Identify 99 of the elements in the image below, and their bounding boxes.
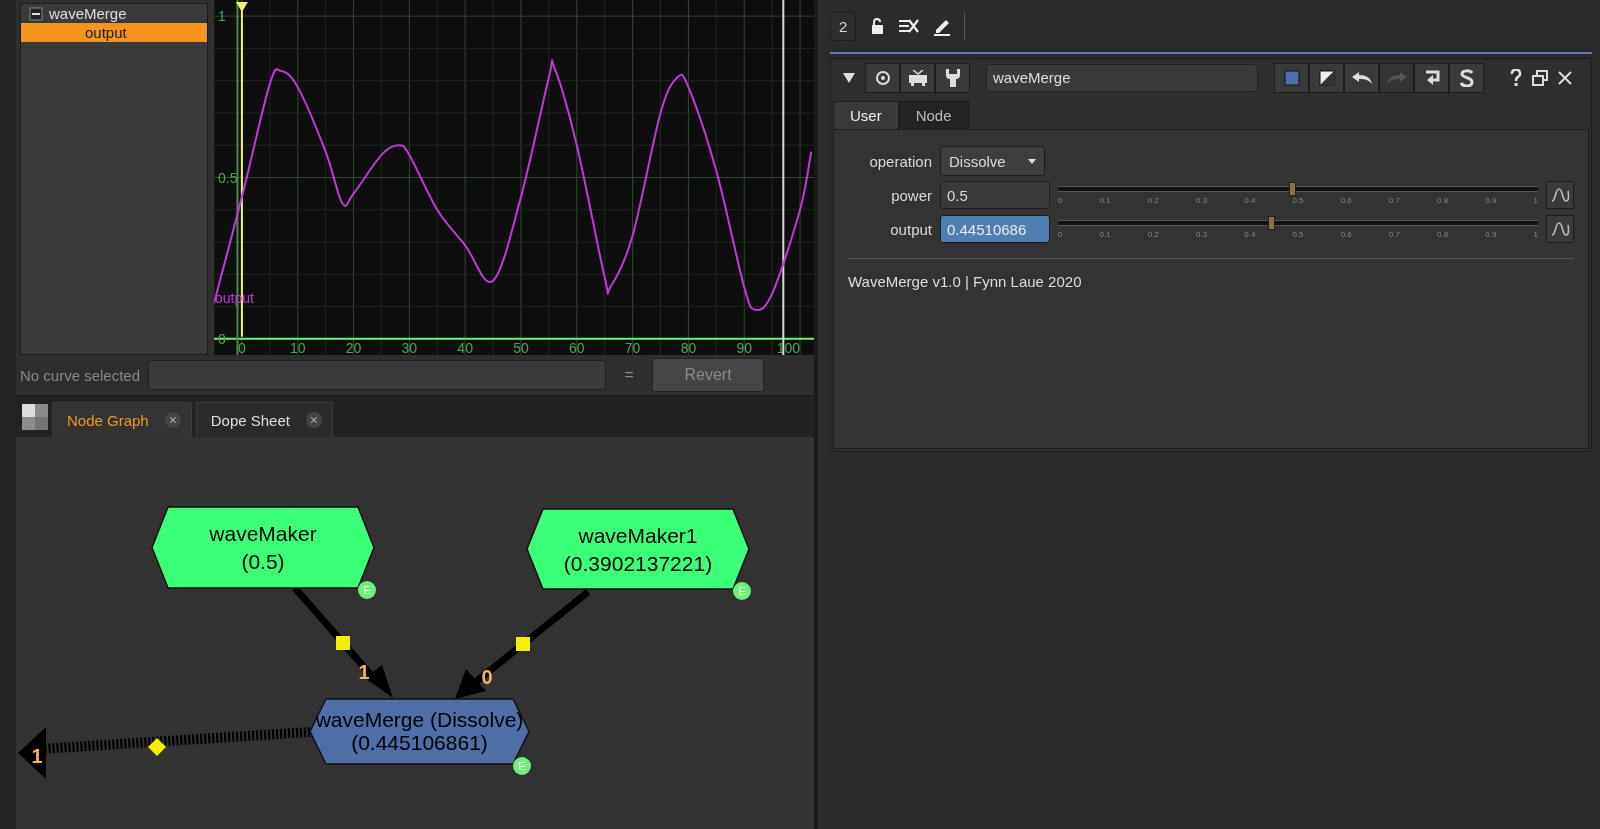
tick-label: 0.4 bbox=[1244, 230, 1256, 239]
panel-count-field[interactable]: 2 bbox=[830, 11, 857, 41]
node-label: waveMaker bbox=[209, 521, 317, 545]
undo-button[interactable] bbox=[1344, 63, 1379, 93]
input-number: 1 bbox=[31, 745, 43, 767]
tick-label: 0.3 bbox=[1196, 196, 1208, 205]
center-node-button[interactable] bbox=[865, 63, 900, 93]
y-tick-label: 1 bbox=[218, 8, 226, 25]
x-tick-label: 0 bbox=[238, 339, 246, 355]
tick-label: 0.6 bbox=[1340, 230, 1352, 239]
tick-label: 0.1 bbox=[1099, 196, 1111, 205]
tick-label: 0.8 bbox=[1437, 230, 1449, 239]
caret-icon bbox=[1027, 158, 1036, 164]
footer-text: WaveMerge v1.0 | Fynn Laue 2020 bbox=[848, 273, 1083, 290]
tick-label: 0.9 bbox=[1485, 230, 1497, 239]
close-icon[interactable] bbox=[1558, 71, 1572, 85]
tick-label: 0.5 bbox=[1292, 196, 1304, 205]
operation-dropdown[interactable]: Dissolve bbox=[940, 146, 1045, 176]
y-tick-label: 0.5 bbox=[218, 169, 238, 186]
tree-item[interactable]: output bbox=[21, 23, 207, 42]
help-icon[interactable] bbox=[1510, 69, 1522, 87]
tick-label: 0.5 bbox=[1292, 230, 1304, 239]
wave-icon bbox=[1550, 219, 1570, 239]
float-window-icon[interactable] bbox=[1532, 70, 1548, 86]
x-tick-label: 70 bbox=[624, 339, 641, 355]
tick-label: 0.1 bbox=[1099, 230, 1111, 239]
node-label: waveMerge (Dissolve) bbox=[315, 708, 524, 732]
input-number: 1 bbox=[358, 661, 370, 683]
properties-tab[interactable]: Node bbox=[898, 101, 969, 129]
x-tick-label: 90 bbox=[736, 339, 752, 355]
input-number: 0 bbox=[481, 666, 493, 688]
square-icon bbox=[1283, 70, 1300, 86]
tick-label: 0.4 bbox=[1244, 196, 1256, 205]
tick-label: 0 bbox=[1058, 230, 1063, 239]
s-shape-icon bbox=[1459, 69, 1474, 87]
tick-label: 0.7 bbox=[1388, 230, 1400, 239]
x-tick-label: 20 bbox=[345, 339, 362, 355]
tick-label: 1 bbox=[1533, 196, 1538, 205]
tick-label: 0.6 bbox=[1340, 196, 1352, 205]
node-value: (0.445106861) bbox=[351, 730, 488, 754]
tick-label: 0.7 bbox=[1388, 196, 1400, 205]
viewer-button[interactable] bbox=[900, 63, 935, 93]
panel-tab[interactable]: Node Graph × bbox=[52, 402, 192, 437]
tick-label: 0.8 bbox=[1437, 196, 1449, 205]
tick-label: 0.2 bbox=[1147, 230, 1159, 239]
wave-icon bbox=[1550, 185, 1570, 205]
tick-label: 0 bbox=[1058, 196, 1063, 205]
target-icon bbox=[874, 70, 891, 86]
slider-thumb[interactable] bbox=[1267, 216, 1275, 230]
equals-sign: = bbox=[623, 366, 635, 384]
node-name-field[interactable]: waveMerge bbox=[986, 64, 1258, 92]
x-tick-label: 40 bbox=[457, 339, 473, 355]
knob-label: power bbox=[890, 186, 932, 204]
expression-badge: E bbox=[358, 581, 376, 599]
half-square-icon bbox=[1318, 70, 1335, 86]
curve-button[interactable] bbox=[1546, 181, 1574, 209]
pane-menu-icon[interactable] bbox=[22, 404, 48, 430]
expression-badge: E bbox=[513, 757, 531, 775]
collapse-icon[interactable] bbox=[29, 6, 43, 21]
tick-label: 1 bbox=[1533, 230, 1538, 239]
x-tick-label: 10 bbox=[289, 339, 306, 355]
script-button[interactable] bbox=[1449, 63, 1484, 93]
settings-button[interactable] bbox=[935, 63, 970, 93]
redo-icon bbox=[1385, 71, 1408, 85]
panel-tab[interactable]: Dope Sheet × bbox=[195, 402, 333, 437]
x-tick-label: 30 bbox=[401, 339, 418, 355]
tab-label[interactable]: Dope Sheet bbox=[210, 411, 290, 429]
slider-thumb[interactable] bbox=[1289, 182, 1297, 196]
node-value: (0.3902137221) bbox=[563, 551, 713, 575]
tab-label[interactable]: Node Graph bbox=[67, 411, 149, 429]
revert-knobs-button[interactable] bbox=[1414, 63, 1449, 93]
close-icon[interactable]: × bbox=[164, 412, 181, 428]
x-tick-label: 50 bbox=[513, 339, 529, 355]
node-label: waveMaker1 bbox=[578, 523, 698, 547]
close-icon[interactable]: × bbox=[305, 412, 322, 428]
tick-label: 0.2 bbox=[1147, 196, 1159, 205]
tick-label: 0.3 bbox=[1196, 230, 1208, 239]
knob-label: operation bbox=[868, 152, 932, 170]
clear-panels-icon[interactable] bbox=[898, 17, 921, 35]
value-field[interactable]: 0.44510686 bbox=[940, 215, 1050, 243]
curve-button[interactable] bbox=[1546, 215, 1574, 243]
status-label: No curve selected bbox=[20, 366, 141, 384]
knob-label: output bbox=[889, 220, 932, 238]
node-color-button[interactable] bbox=[1274, 63, 1309, 93]
properties-tab[interactable]: User bbox=[833, 101, 899, 129]
undo-icon bbox=[1350, 71, 1373, 85]
collapse-triangle-icon[interactable] bbox=[843, 73, 855, 83]
curve-line[interactable] bbox=[214, 59, 813, 312]
monitor-icon bbox=[907, 70, 928, 86]
expression-badge: E bbox=[733, 582, 751, 600]
node-value: (0.5) bbox=[241, 550, 285, 574]
value-field[interactable]: 0.5 bbox=[940, 181, 1050, 209]
x-tick-label: 80 bbox=[680, 339, 697, 355]
wrench-icon bbox=[944, 68, 961, 88]
tree-item[interactable]: waveMerge bbox=[47, 5, 127, 22]
expression-field[interactable] bbox=[148, 360, 607, 390]
font-color-button[interactable] bbox=[1309, 63, 1344, 93]
tick-label: 0.9 bbox=[1485, 196, 1497, 205]
x-tick-label: 60 bbox=[569, 339, 585, 355]
